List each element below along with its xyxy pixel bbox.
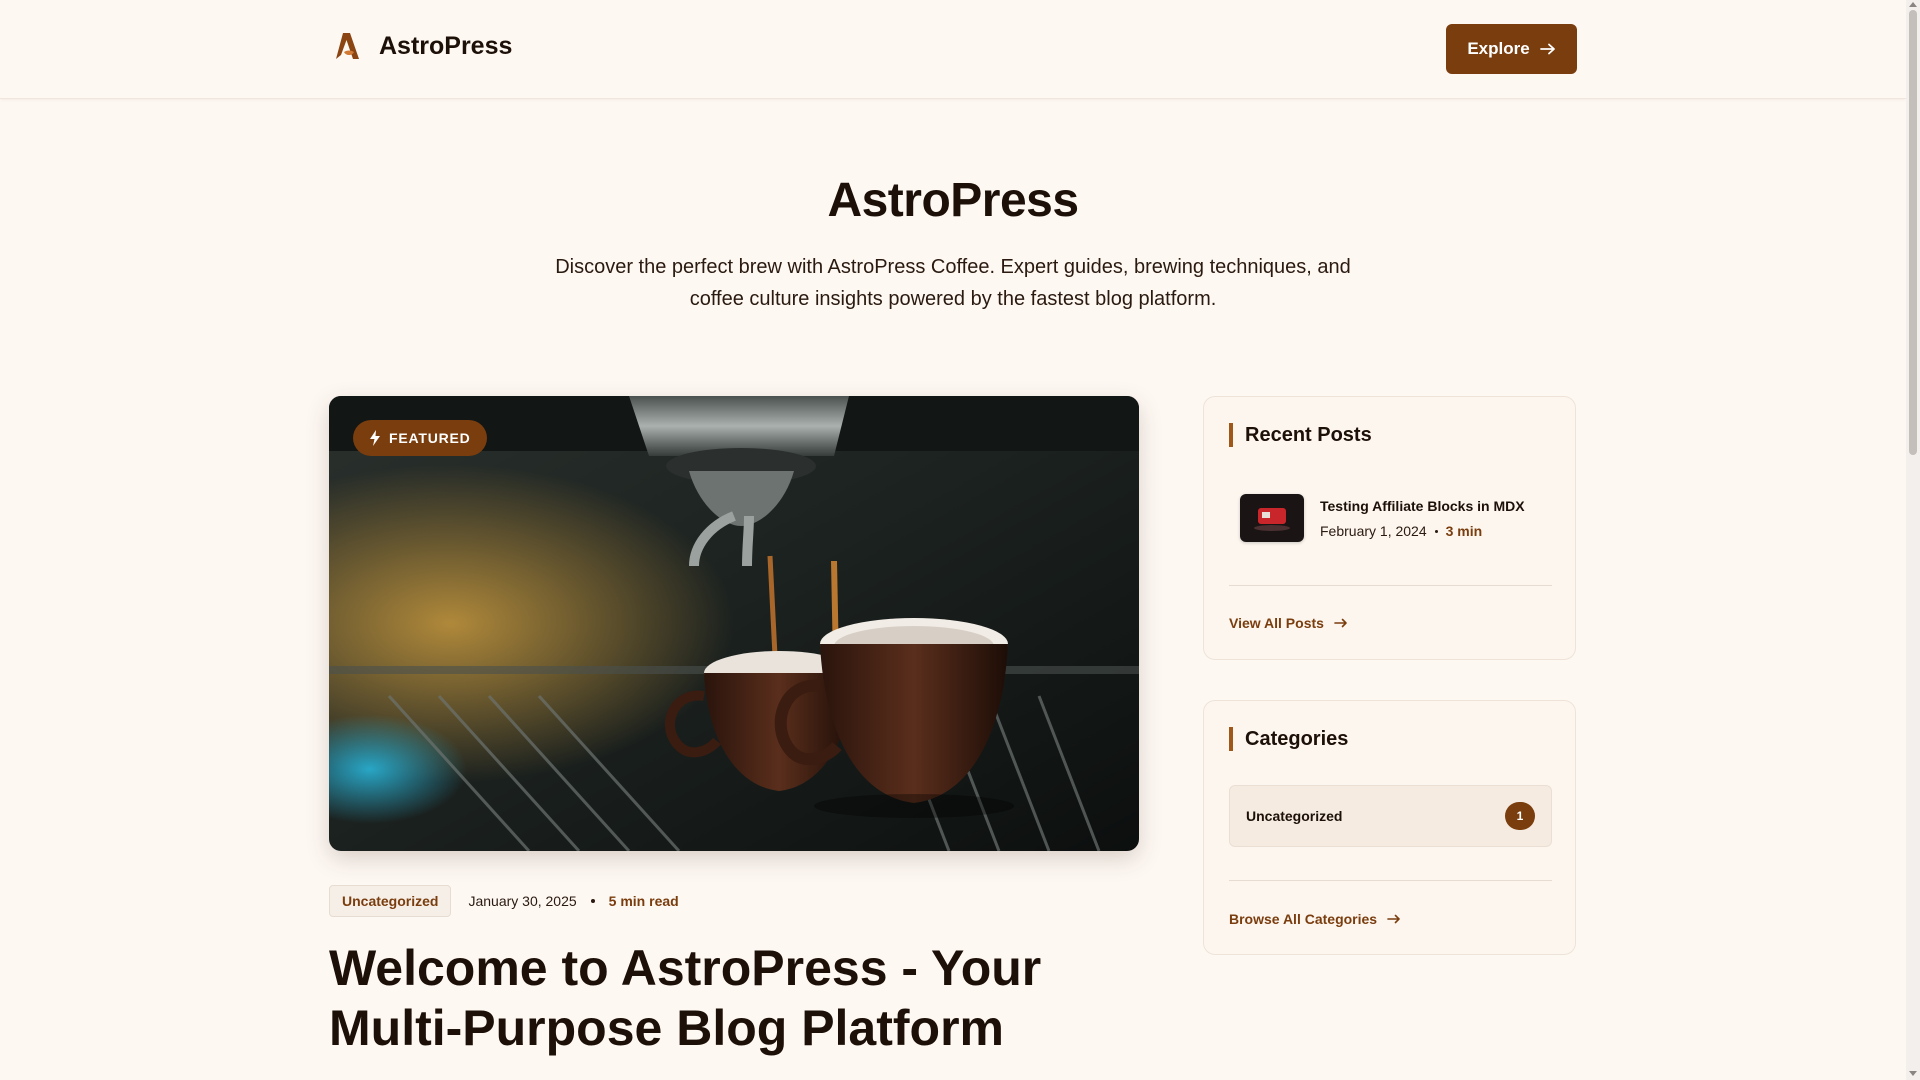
arrow-right-icon [1539,43,1555,55]
browse-all-categories-link[interactable]: Browse All Categories [1229,911,1401,927]
category-name: Uncategorized [1246,808,1343,824]
view-all-posts-link[interactable]: View All Posts [1229,615,1348,631]
categories-heading: Categories [1229,727,1348,751]
post-date: January 30, 2025 [468,893,577,909]
featured-post-title[interactable]: Welcome to AstroPress - Your Multi-Purpo… [329,938,1149,1058]
scroll-down-icon[interactable] [1909,1071,1917,1076]
explore-label: Explore [1467,39,1530,58]
featured-badge: FEATURED [353,420,487,456]
hero-subtitle: Discover the perfect brew with AstroPres… [555,256,1351,310]
hero-title: AstroPress [827,174,1079,227]
featured-post-image[interactable] [329,396,1139,851]
category-tag[interactable]: Uncategorized [329,885,452,917]
brand-name: AstroPress [379,31,513,60]
browse-all-categories-label: Browse All Categories [1229,911,1378,927]
scrollbar-thumb[interactable] [1909,10,1917,455]
meta-separator [590,899,595,903]
recent-post-date: February 1, 2024 [1320,523,1427,539]
category-item[interactable]: Uncategorized 1 [1229,785,1552,847]
divider [1229,880,1552,881]
recent-posts-heading: Recent Posts [1229,423,1372,447]
arrow-right-icon [1334,618,1347,628]
view-all-posts-label: View All Posts [1229,615,1324,631]
read-time: 5 min read [608,893,679,909]
categories-card: Categories Uncategorized 1 Browse All Ca… [1203,700,1576,955]
divider [1229,585,1552,586]
featured-meta: Uncategorized January 30, 2025 5 min rea… [329,884,679,918]
site-header: AstroPress Explore [0,0,1906,99]
meta-separator [1434,529,1438,533]
recent-posts-card: Recent Posts Testing Affiliate Blocks in… [1203,396,1576,660]
featured-badge-label: FEATURED [389,430,471,446]
scroll-up-icon[interactable] [1909,2,1917,7]
recent-post-item[interactable]: Testing Affiliate Blocks in MDX February… [1240,494,1525,542]
recent-post-thumbnail[interactable] [1240,494,1304,542]
explore-button[interactable]: Explore [1446,24,1577,74]
recent-post-title[interactable]: Testing Affiliate Blocks in MDX [1320,498,1525,514]
category-count-badge: 1 [1505,802,1535,830]
brand-logo[interactable]: AstroPress [333,30,512,62]
astro-logo-icon [336,33,359,59]
arrow-right-icon [1387,914,1400,924]
recent-post-read-time: 3 min [1445,523,1483,539]
lightning-bolt-icon [370,430,380,446]
